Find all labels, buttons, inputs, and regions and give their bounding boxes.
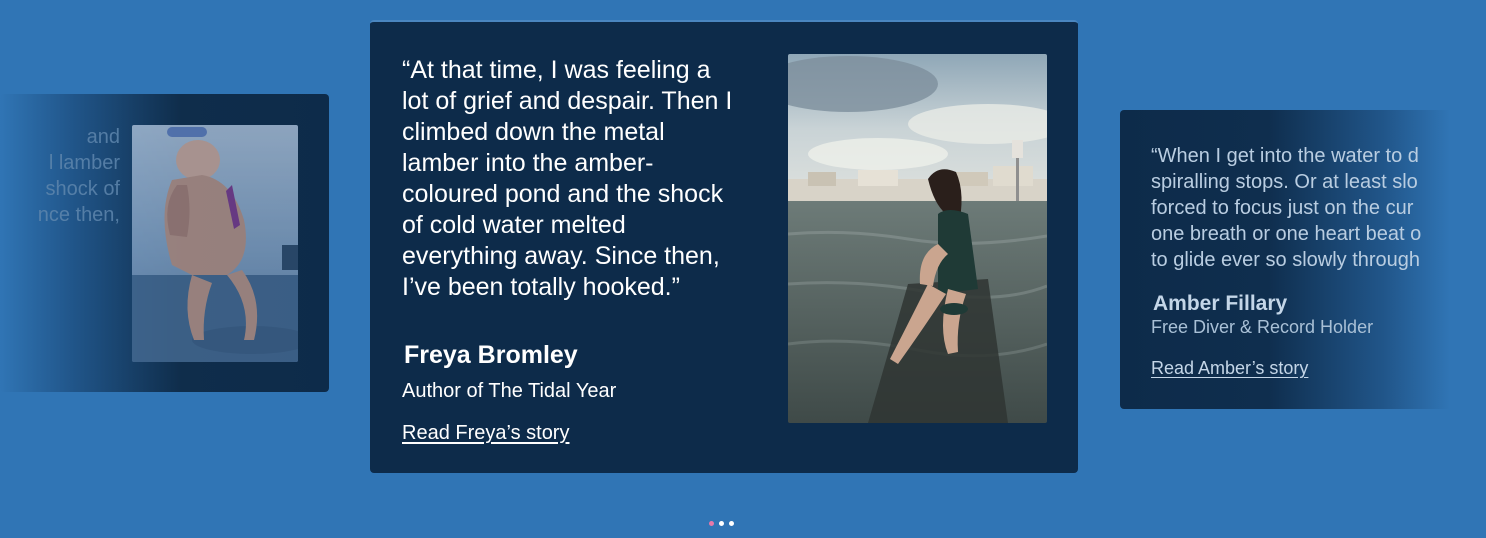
carousel-slide-active: “At that time, I was feeling a lot of gr… bbox=[370, 20, 1078, 473]
carousel-pagination bbox=[709, 521, 734, 526]
testimonial-name-next: Amber Fillary bbox=[1153, 292, 1288, 315]
woman-on-sea-wall-photo bbox=[788, 54, 1047, 423]
read-amber-story-link[interactable]: Read Amber’s story bbox=[1151, 357, 1308, 379]
testimonial-carousel: and l lamber shock of nce then, “At that… bbox=[0, 0, 1486, 538]
testimonial-quote-next: “When I get into the water to d spiralli… bbox=[1151, 145, 1422, 271]
pagination-dot-1[interactable] bbox=[709, 521, 714, 526]
read-freya-story-link[interactable]: Read Freya’s story bbox=[402, 421, 569, 445]
pagination-dot-3[interactable] bbox=[729, 521, 734, 526]
swimmer-photo bbox=[132, 125, 298, 362]
slide-quote-fragment: and l lamber shock of nce then, bbox=[37, 126, 120, 226]
carousel-slide-next[interactable]: “When I get into the water to d spiralli… bbox=[1120, 110, 1450, 409]
testimonial-role: Author of The Tidal Year bbox=[402, 380, 617, 402]
testimonial-name: Freya Bromley bbox=[404, 341, 578, 369]
testimonial-role-next: Free Diver & Record Holder bbox=[1151, 317, 1374, 337]
pagination-dot-2[interactable] bbox=[719, 521, 724, 526]
carousel-slide-previous[interactable]: and l lamber shock of nce then, bbox=[0, 94, 329, 392]
testimonial-quote: “At that time, I was feeling a lot of gr… bbox=[402, 56, 733, 301]
